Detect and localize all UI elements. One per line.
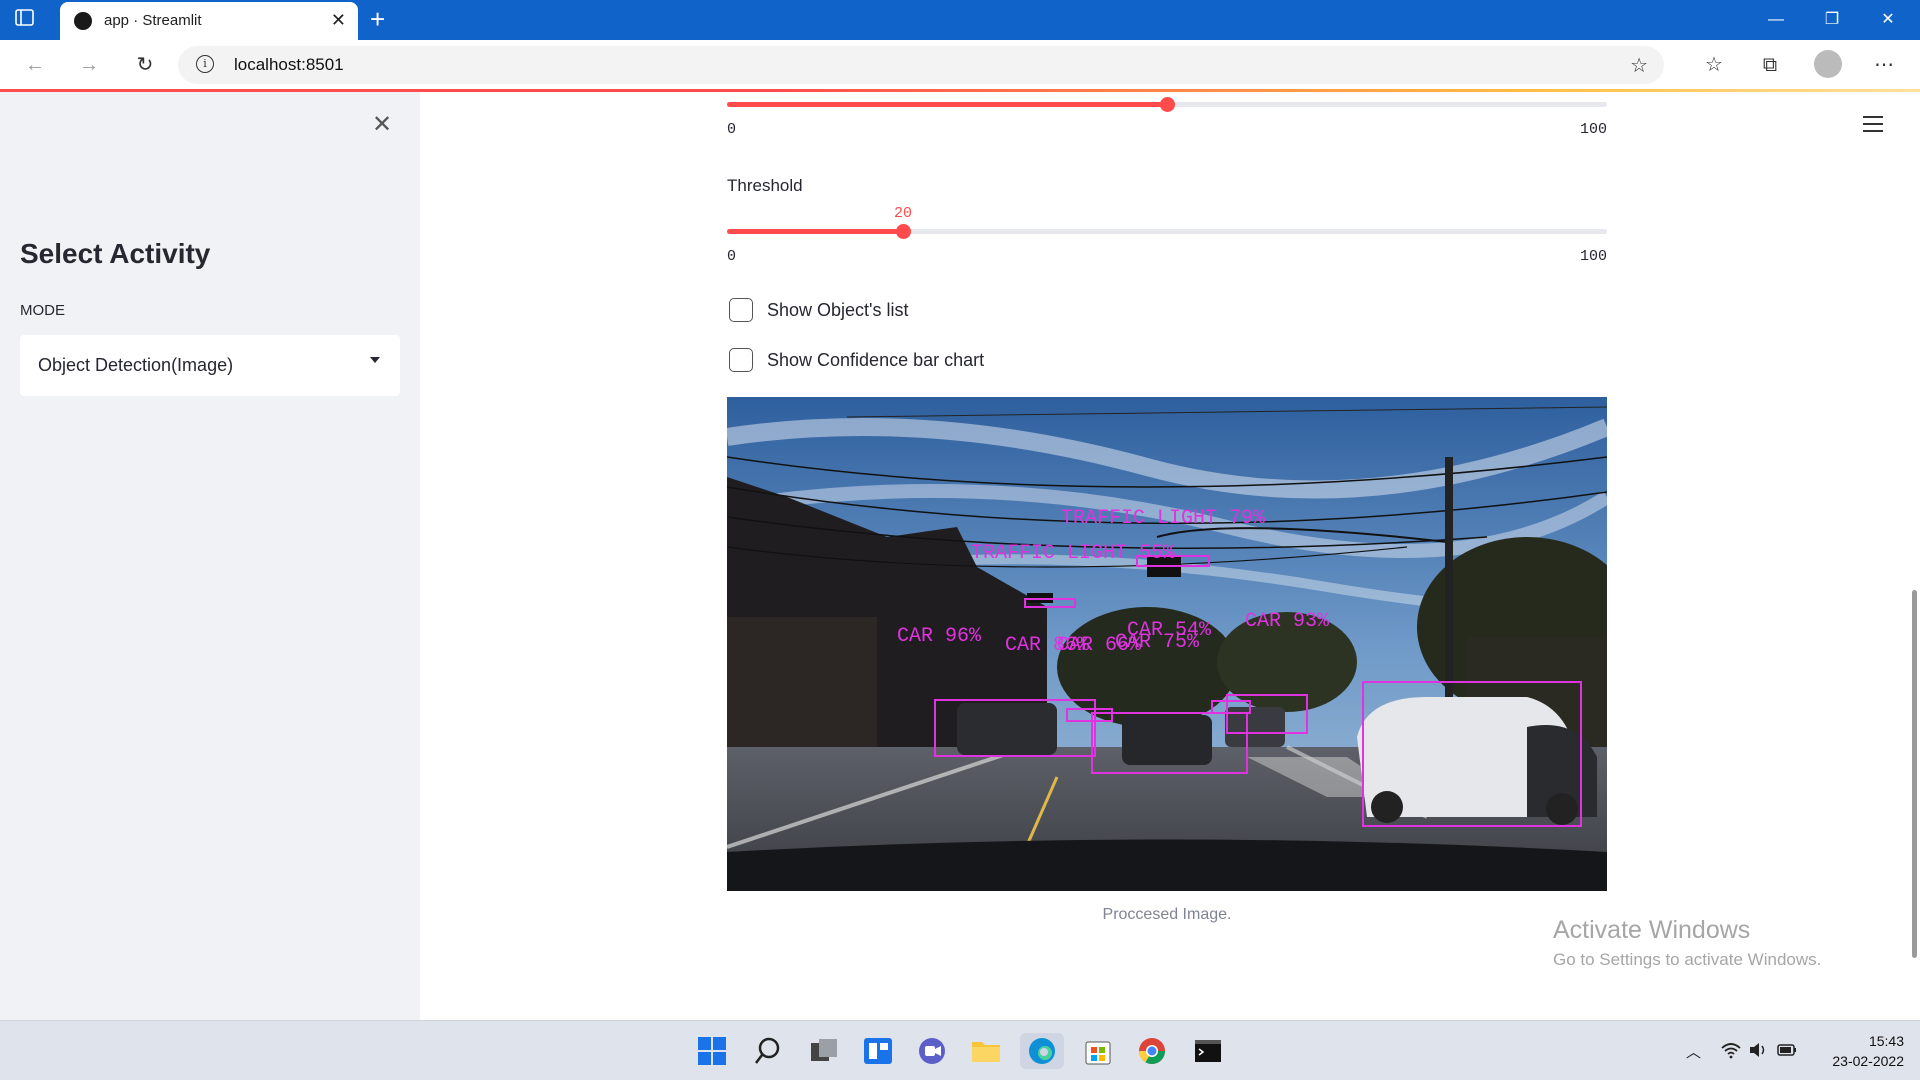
browser-tab[interactable]: app · Streamlit ✕ bbox=[60, 2, 358, 40]
address-url: localhost:8501 bbox=[234, 55, 344, 74]
threshold-label: Threshold bbox=[727, 176, 803, 195]
tab-title: app · Streamlit bbox=[104, 12, 202, 29]
tab-actions-icon[interactable] bbox=[14, 8, 46, 32]
add-favorite-icon[interactable]: ☆ bbox=[1630, 53, 1648, 78]
confidence-slider[interactable]: 0 100 bbox=[727, 92, 1607, 138]
detection-label: CAR 93% bbox=[1245, 610, 1330, 633]
sidebar-heading: Select Activity bbox=[20, 238, 211, 269]
checkbox-box[interactable] bbox=[729, 298, 753, 322]
page-scrollbar[interactable] bbox=[1912, 590, 1917, 958]
battery-icon[interactable] bbox=[1776, 1041, 1798, 1063]
refresh-icon[interactable]: ↻ bbox=[130, 52, 160, 78]
microsoft-store-icon[interactable] bbox=[1080, 1033, 1116, 1069]
file-explorer-icon[interactable] bbox=[968, 1033, 1004, 1069]
slider-fill bbox=[727, 102, 1167, 107]
browser-toolbar: ← → ↻ i localhost:8501 ☆ ☆ ⧉ ⋯ bbox=[0, 40, 1920, 90]
windows-taskbar: ︿ 15:43 23-02-2022 bbox=[0, 1020, 1920, 1080]
task-view-icon[interactable] bbox=[806, 1033, 842, 1069]
slider-min: 0 bbox=[727, 121, 737, 138]
hamburger-menu-icon[interactable] bbox=[1863, 116, 1883, 137]
mode-select[interactable]: Object Detection(Image) bbox=[20, 335, 400, 396]
profile-avatar[interactable] bbox=[1814, 50, 1842, 78]
mode-select-value: Object Detection(Image) bbox=[38, 355, 234, 375]
new-tab-button[interactable]: + bbox=[370, 4, 385, 34]
chrome-icon[interactable] bbox=[1134, 1033, 1170, 1069]
search-icon[interactable] bbox=[750, 1033, 786, 1069]
caret-down-icon bbox=[370, 357, 380, 363]
detection-label: CAR 96% bbox=[897, 625, 982, 648]
detection-label: CAR 75% bbox=[1115, 631, 1200, 654]
processed-image: TRAFFIC LIGHT 79% TRAFFIC LIGHT 55% CAR 96… bbox=[727, 397, 1607, 891]
slider-fill bbox=[727, 229, 903, 234]
tab-close-icon[interactable]: ✕ bbox=[331, 10, 346, 30]
more-options-icon[interactable]: ⋯ bbox=[1870, 52, 1898, 78]
site-info-icon[interactable]: i bbox=[196, 55, 214, 73]
edge-browser-icon[interactable] bbox=[1020, 1033, 1064, 1069]
favorites-icon[interactable]: ☆ bbox=[1700, 52, 1728, 78]
system-clock[interactable]: 15:43 23-02-2022 bbox=[1818, 1031, 1904, 1071]
wifi-icon[interactable] bbox=[1720, 1041, 1742, 1063]
sidebar: ✕ Select Activity MODE Object Detection(… bbox=[0, 92, 420, 1020]
clock-time: 15:43 bbox=[1868, 1033, 1904, 1049]
forward-arrow-icon[interactable]: → bbox=[74, 52, 104, 78]
teams-chat-icon[interactable] bbox=[914, 1033, 950, 1069]
threshold-slider[interactable]: 20 0 100 bbox=[727, 205, 1607, 265]
checkbox-label: Show Object's list bbox=[767, 300, 909, 320]
slider-min: 0 bbox=[727, 248, 737, 265]
slider-value: 20 bbox=[893, 205, 913, 222]
window-close-button[interactable]: ✕ bbox=[1865, 6, 1911, 34]
slider-thumb[interactable] bbox=[896, 224, 911, 239]
slider-max: 100 bbox=[1579, 121, 1607, 138]
show-hidden-icons-icon[interactable]: ︿ bbox=[1686, 1041, 1701, 1062]
back-arrow-icon[interactable]: ← bbox=[20, 52, 50, 78]
detection-label: TRAFFIC LIGHT 55% bbox=[971, 542, 1176, 565]
minimize-button[interactable]: — bbox=[1753, 6, 1799, 34]
restore-button[interactable]: ❐ bbox=[1809, 6, 1855, 34]
volume-icon[interactable] bbox=[1748, 1041, 1768, 1063]
checkbox-label: Show Confidence bar chart bbox=[767, 350, 985, 370]
slider-max: 100 bbox=[1579, 248, 1607, 265]
image-caption: Proccesed Image. bbox=[1102, 906, 1232, 923]
browser-title-bar: app · Streamlit ✕ + — ❐ ✕ bbox=[0, 0, 1920, 40]
slider-thumb[interactable] bbox=[1160, 97, 1175, 112]
checkbox-box[interactable] bbox=[729, 348, 753, 372]
sidebar-close-icon[interactable]: ✕ bbox=[372, 110, 392, 139]
main-content: 0 100 Threshold 20 0 100 Show Object's l… bbox=[420, 92, 1900, 1020]
activate-windows-title: Activate Windows bbox=[1553, 916, 1751, 944]
widgets-icon[interactable] bbox=[860, 1033, 896, 1069]
detection-label: TRAFFIC LIGHT 79% bbox=[1061, 507, 1266, 530]
address-bar[interactable]: i localhost:8501 ☆ bbox=[178, 46, 1664, 84]
start-menu-icon[interactable] bbox=[694, 1033, 730, 1069]
clock-date: 23-02-2022 bbox=[1832, 1053, 1904, 1069]
terminal-icon[interactable] bbox=[1190, 1033, 1226, 1069]
activate-windows-subtitle: Go to Settings to activate Windows. bbox=[1553, 950, 1822, 969]
collections-icon[interactable]: ⧉ bbox=[1756, 52, 1784, 78]
mode-label: MODE bbox=[20, 302, 65, 319]
streamlit-favicon-icon bbox=[74, 12, 92, 30]
